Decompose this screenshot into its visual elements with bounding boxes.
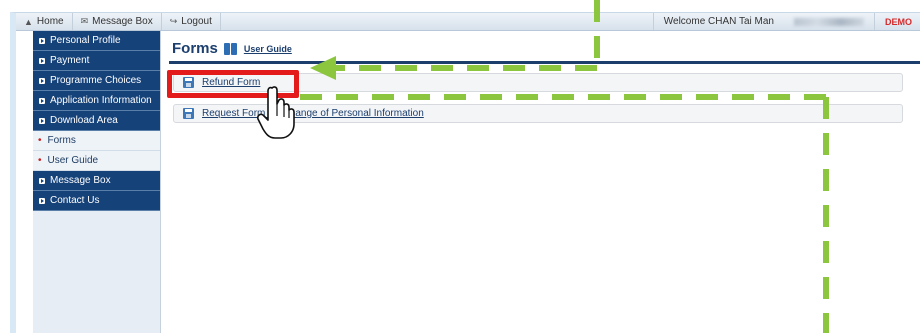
menu-bullet-icon — [39, 177, 45, 184]
sidebar-item-label: Contact Us — [50, 195, 100, 206]
message-box-icon: ✉ — [80, 16, 89, 26]
menu-bullet-icon — [39, 77, 45, 84]
sidebar-subitem-forms[interactable]: • Forms — [33, 131, 160, 151]
bullet-icon: • — [38, 155, 42, 166]
home-label: Home — [36, 16, 64, 27]
sidebar-subitem-user-guide[interactable]: • User Guide — [33, 151, 160, 171]
sidebar-subitem-label: User Guide — [47, 155, 99, 166]
top-right-area: Welcome CHAN Tai Man DEMO — [652, 13, 920, 30]
sidebar-item-contact-us[interactable]: Contact Us — [33, 191, 160, 211]
sidebar-subitem-label: Forms — [47, 135, 76, 146]
form-row-change-personal-info: Request Form for Change of Personal Info… — [173, 104, 903, 123]
sidebar-item-download-area[interactable]: Download Area — [33, 111, 160, 131]
top-bar: ▲ Home ✉ Message Box ↪ Logout Welcome CH… — [16, 13, 920, 31]
logout-icon: ↪ — [169, 16, 178, 26]
message-box-link[interactable]: ✉ Message Box — [73, 13, 162, 30]
sidebar-item-programme-choices[interactable]: Programme Choices — [33, 71, 160, 91]
logout-link[interactable]: ↪ Logout — [162, 13, 221, 30]
menu-bullet-icon — [39, 117, 45, 124]
sidebar-item-label: Application Information — [50, 95, 152, 106]
highlight-box — [167, 70, 299, 98]
sidebar-item-application-information[interactable]: Application Information — [33, 91, 160, 111]
sidebar-item-personal-profile[interactable]: Personal Profile — [33, 31, 160, 51]
menu-bullet-icon — [39, 57, 45, 64]
welcome-text: Welcome CHAN Tai Man — [652, 13, 784, 30]
book-icon — [223, 42, 238, 55]
message-box-label: Message Box — [92, 16, 153, 27]
sidebar-item-label: Download Area — [50, 115, 118, 126]
blurred-info — [794, 17, 864, 26]
logout-label: Logout — [181, 16, 212, 27]
menu-bullet-icon — [39, 37, 45, 44]
app-window: ▲ Home ✉ Message Box ↪ Logout Welcome CH… — [10, 12, 920, 333]
demo-badge: DEMO — [874, 13, 920, 30]
home-icon: ▲ — [24, 16, 33, 27]
home-link[interactable]: ▲ Home — [16, 13, 73, 30]
title-divider — [169, 61, 920, 64]
page-header: Forms User Guide — [172, 40, 292, 57]
sidebar-item-label: Personal Profile — [50, 35, 121, 46]
sidebar-item-label: Message Box — [50, 175, 111, 186]
user-guide-link[interactable]: User Guide — [244, 44, 292, 54]
sidebar-item-label: Programme Choices — [50, 75, 142, 86]
menu-bullet-icon — [39, 97, 45, 104]
sidebar-item-label: Payment — [50, 55, 90, 66]
sidebar: Personal Profile Payment Programme Choic… — [33, 31, 161, 333]
page-title: Forms — [172, 40, 218, 57]
sidebar-item-payment[interactable]: Payment — [33, 51, 160, 71]
bullet-icon: • — [38, 135, 42, 146]
change-personal-info-form-link[interactable]: Request Form for Change of Personal Info… — [202, 108, 424, 119]
sidebar-item-message-box[interactable]: Message Box — [33, 171, 160, 191]
menu-bullet-icon — [39, 197, 45, 204]
floppy-disk-icon — [183, 108, 194, 119]
